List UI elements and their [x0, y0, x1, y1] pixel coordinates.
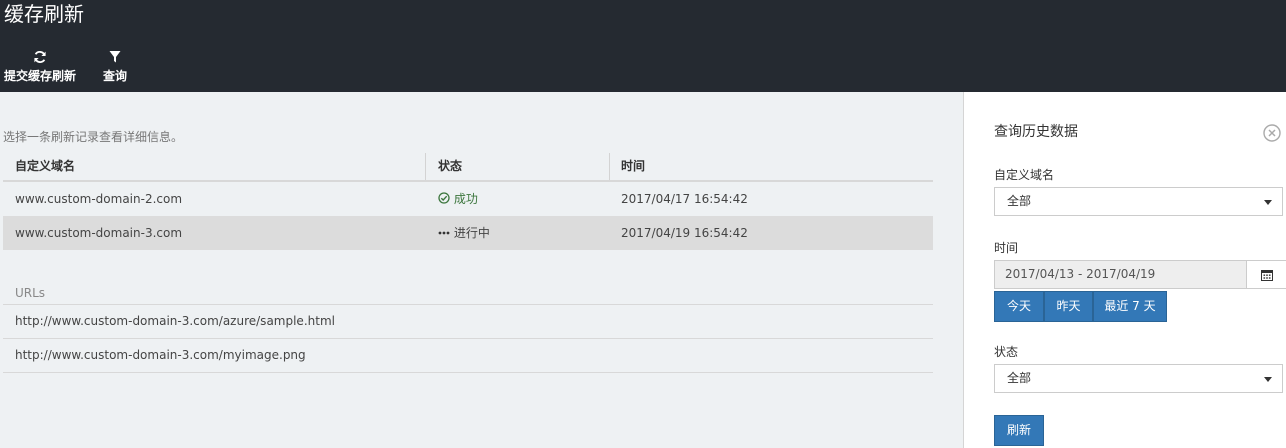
row-domain: www.custom-domain-3.com — [15, 226, 183, 240]
row-time: 2017/04/19 16:54:42 — [621, 226, 748, 240]
top-bar: 缓存刷新 提交缓存刷新 查询 — [0, 0, 1286, 92]
caret-down-icon — [1264, 200, 1272, 205]
table-row[interactable]: www.custom-domain-2.com 成功 2017/04/17 16… — [3, 182, 933, 216]
query-history-panel: 查询历史数据 自定义域名 全部 时间 2017/04/13 - 2017/04/… — [963, 92, 1286, 448]
domain-select-value: 全部 — [1007, 194, 1032, 208]
domain-select[interactable]: 全部 — [994, 187, 1283, 216]
column-header-domain[interactable]: 自定义域名 — [15, 153, 75, 180]
today-button[interactable]: 今天 — [994, 291, 1044, 322]
column-divider — [609, 153, 610, 180]
refresh-records-table: 自定义域名 状态 时间 www.custom-domain-2.com 成功 2… — [3, 153, 933, 250]
date-range-input[interactable]: 2017/04/13 - 2017/04/19 — [994, 260, 1247, 289]
query-label: 查询 — [103, 69, 128, 83]
column-header-status[interactable]: 状态 — [438, 153, 462, 180]
refresh-button[interactable]: 刷新 — [994, 415, 1044, 446]
domain-filter-label: 自定义域名 — [994, 168, 1055, 182]
status-select[interactable]: 全部 — [994, 364, 1283, 393]
submit-refresh-button[interactable]: 提交缓存刷新 — [4, 50, 76, 84]
status-filter-label: 状态 — [994, 345, 1019, 359]
check-circle-icon — [438, 192, 450, 204]
table-row[interactable]: www.custom-domain-3.com 进行中 2017/04/19 1… — [3, 216, 933, 250]
row-status-text: 进行中 — [453, 226, 490, 240]
in-progress-icon — [438, 231, 450, 235]
column-divider — [425, 153, 426, 180]
selection-hint: 选择一条刷新记录查看详细信息。 — [3, 130, 184, 144]
urls-list: URLs http://www.custom-domain-3.com/azur… — [3, 282, 933, 373]
row-time: 2017/04/17 16:54:42 — [621, 192, 748, 206]
row-status: 成功 — [438, 182, 478, 216]
row-status: 进行中 — [438, 216, 490, 250]
panel-title: 查询历史数据 — [994, 124, 1078, 140]
calendar-button[interactable] — [1246, 260, 1286, 289]
row-domain: www.custom-domain-2.com — [15, 192, 183, 206]
refresh-icon — [4, 50, 76, 66]
table-header: 自定义域名 状态 时间 — [3, 153, 933, 182]
close-icon[interactable] — [1263, 124, 1281, 142]
main-content: 选择一条刷新记录查看详细信息。 自定义域名 状态 时间 www.custom-d… — [0, 92, 963, 448]
filter-icon — [103, 50, 127, 66]
time-filter-label: 时间 — [994, 241, 1019, 255]
row-status-text: 成功 — [453, 192, 478, 206]
quick-range-buttons: 今天 昨天 最近 7 天 — [994, 291, 1167, 322]
urls-header: URLs — [3, 282, 933, 305]
url-item[interactable]: http://www.custom-domain-3.com/azure/sam… — [3, 305, 933, 339]
page-title: 缓存刷新 — [4, 2, 84, 26]
submit-refresh-label: 提交缓存刷新 — [4, 69, 77, 83]
last-7-days-button[interactable]: 最近 7 天 — [1093, 291, 1167, 322]
column-header-time[interactable]: 时间 — [621, 153, 645, 180]
caret-down-icon — [1264, 377, 1272, 382]
status-select-value: 全部 — [1007, 371, 1032, 385]
calendar-icon — [1261, 270, 1273, 281]
url-item[interactable]: http://www.custom-domain-3.com/myimage.p… — [3, 339, 933, 373]
yesterday-button[interactable]: 昨天 — [1044, 291, 1093, 322]
query-button[interactable]: 查询 — [103, 50, 127, 84]
